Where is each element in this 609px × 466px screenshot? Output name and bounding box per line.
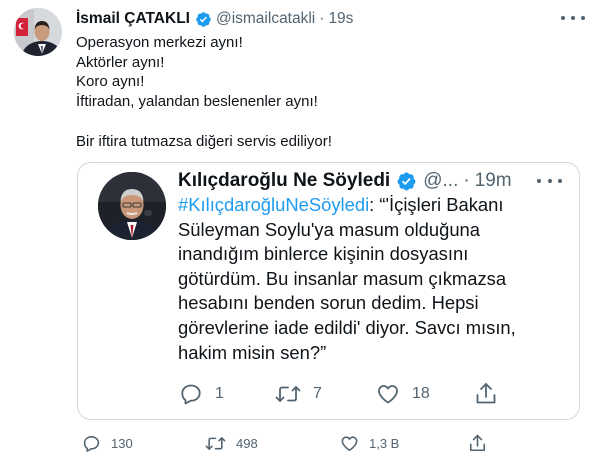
quoted-reply-button[interactable]: 1 — [179, 382, 224, 406]
quoted-line: hesabını benden sorun dedim. Hepsi — [178, 292, 479, 314]
like-count: 1,3 B — [369, 436, 400, 451]
quoted-retweet-button[interactable]: 7 — [275, 382, 322, 406]
share-icon — [469, 434, 486, 452]
verified-badge-icon — [196, 11, 211, 27]
avatar-photo-icon — [14, 8, 62, 56]
tweet-time[interactable]: 19s — [328, 10, 353, 28]
tweet-line: Aktörler aynı! — [76, 53, 165, 71]
heart-icon — [378, 385, 398, 404]
retweet-count: 498 — [236, 436, 258, 451]
share-button[interactable] — [468, 433, 487, 454]
quoted-tweet-text: #KılıçdaroğluNeSöyledi: “'İçişleri Bakan… — [178, 193, 573, 365]
quoted-line: #KılıçdaroğluNeSöyledi: “'İçişleri Bakan… — [178, 193, 573, 218]
quoted-line: götürdüm. Bu insanlar masum çıkmazsa — [178, 267, 507, 289]
quoted-share-button[interactable] — [474, 381, 498, 407]
quoted-tweet-time[interactable]: 19m — [475, 170, 512, 192]
tweet-text: Operasyon merkezi aynı! Aktörler aynı! K… — [76, 33, 596, 151]
author-name[interactable]: İsmail ÇATAKLI — [76, 10, 190, 28]
separator-dot: · — [319, 10, 325, 27]
tweet-line: Bir iftira tutmazsa diğeri servis ediliy… — [76, 132, 332, 150]
more-dots-icon[interactable] — [561, 10, 585, 26]
reply-count: 130 — [111, 436, 133, 451]
reply-icon — [83, 435, 100, 452]
author-avatar[interactable] — [14, 8, 62, 56]
quoted-author-avatar[interactable] — [98, 172, 166, 240]
tweet-header: İsmail ÇATAKLI @ismailcatakli · 19s — [76, 9, 353, 29]
retweet-count: 7 — [313, 385, 322, 402]
like-count: 18 — [412, 385, 430, 402]
verified-badge-icon — [397, 172, 416, 190]
quoted-line-text: : “'İçişleri Bakanı — [369, 194, 504, 215]
heart-icon — [341, 436, 358, 452]
quoted-tweet-header: Kılıçdaroğlu Ne Söyledi @... · 19m — [178, 170, 512, 192]
reply-count: 1 — [215, 385, 224, 402]
author-handle[interactable]: @ismailcatakli — [216, 10, 315, 28]
reply-button[interactable]: 130 — [82, 434, 133, 453]
tweet-line: Koro aynı! — [76, 73, 145, 91]
tweet-line: İftiradan, yalandan beslenenler aynı! — [76, 93, 318, 111]
quoted-author-name[interactable]: Kılıçdaroğlu Ne Söyledi — [178, 170, 390, 192]
retweet-icon — [275, 386, 301, 402]
quoted-author-handle[interactable]: @... — [423, 170, 458, 192]
quoted-line: Süleyman Soylu'ya masum olduğuna — [178, 218, 481, 240]
quoted-line: hakim misin sen?” — [178, 341, 327, 363]
retweet-icon — [205, 437, 226, 450]
quoted-like-button[interactable]: 18 — [376, 382, 430, 406]
more-dots-icon[interactable] — [537, 175, 562, 187]
tweet[interactable]: İsmail ÇATAKLI @ismailcatakli · 19s Oper… — [0, 0, 609, 466]
quoted-line: inandığım binlerce kişinin dosyasını — [178, 243, 469, 265]
share-icon — [476, 383, 496, 404]
tweet-line: Operasyon merkezi aynı! — [76, 34, 243, 51]
hashtag-link[interactable]: #KılıçdaroğluNeSöyledi — [178, 194, 369, 215]
retweet-button[interactable]: 498 — [205, 434, 258, 453]
quoted-line: görevlerine iade edildi' diyor. Savcı mı… — [178, 316, 516, 338]
reply-icon — [181, 384, 201, 405]
separator-dot: · — [463, 170, 470, 191]
like-button[interactable]: 1,3 B — [340, 434, 399, 453]
quoted-avatar-photo-icon — [98, 172, 166, 240]
